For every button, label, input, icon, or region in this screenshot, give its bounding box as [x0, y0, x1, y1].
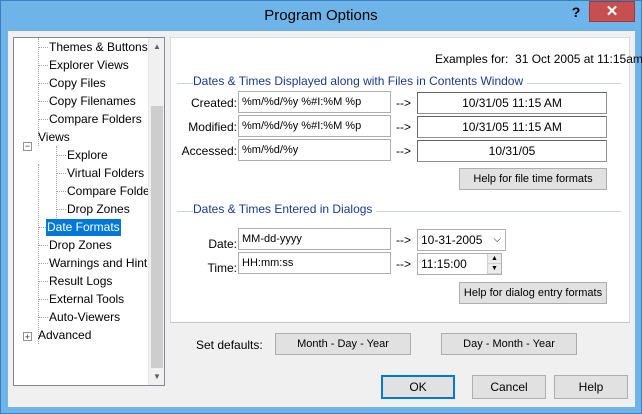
time-example-spinner[interactable]: 11:15:00 ▲ ▼ — [417, 253, 502, 275]
created-format-input[interactable]: %m/%d/%y %#I:%M %p — [238, 91, 391, 113]
scroll-up-icon[interactable]: ▲ — [149, 38, 164, 55]
tree-scrollbar[interactable]: ▲ ▼ — [148, 38, 164, 385]
created-arrow: --> — [396, 96, 411, 110]
date-arrow: --> — [396, 233, 411, 247]
tree-item-drop-zones[interactable]: Drop Zones — [49, 237, 112, 254]
accessed-format-input[interactable]: %m/%d/%y — [238, 139, 391, 161]
date-formats-panel: Examples for: 31 Oct 2005 at 11:15am Dat… — [170, 37, 642, 362]
tree-item-views[interactable]: Views — [38, 129, 70, 146]
spin-up-icon[interactable]: ▲ — [488, 254, 501, 264]
tree-item-explorer-views[interactable]: Explorer Views — [49, 57, 129, 74]
help-button[interactable]: Help — [554, 375, 628, 399]
tree-item-date-formats[interactable]: Date Formats — [46, 219, 121, 236]
date-example-value: 10-31-2005 — [421, 233, 483, 247]
tree-branch — [38, 119, 48, 120]
file-time-help-button[interactable]: Help for file time formats — [459, 168, 607, 190]
tree-item-copy-filenames[interactable]: Copy Filenames — [49, 93, 136, 110]
tree-branch — [38, 47, 48, 48]
time-spin-control[interactable]: ▲ ▼ — [487, 254, 501, 274]
examples-value: 31 Oct 2005 at 11:15am — [515, 52, 642, 66]
tree-item-compare-folders[interactable]: Compare Folders — [49, 111, 142, 128]
dialogs-group-title: Dates & Times Entered in Dialogs — [193, 202, 377, 216]
modified-format-input[interactable]: %m/%d/%y %#I:%M %p — [238, 115, 391, 137]
day-month-year-button[interactable]: Day - Month - Year — [441, 333, 577, 355]
tree-branch — [38, 101, 48, 102]
set-defaults-row: Set defaults: Month - Day - Year Day - M… — [170, 322, 630, 362]
set-defaults-label: Set defaults: — [196, 338, 263, 352]
tree-item-copy-files[interactable]: Copy Files — [49, 75, 106, 92]
time-format-input[interactable]: HH:mm:ss — [238, 252, 391, 274]
window-title: Program Options — [264, 7, 378, 24]
time-label: Time: — [207, 261, 237, 275]
accessed-label: Accessed: — [181, 144, 237, 158]
options-tree[interactable]: Themes & Buttons Explorer Views Copy Fil… — [13, 37, 165, 386]
expand-icon[interactable]: + — [23, 332, 32, 342]
tree-item-virtual-folders[interactable]: Virtual Folders — [67, 165, 144, 182]
tree-item-result-logs[interactable]: Result Logs — [49, 273, 112, 290]
tree-branch — [38, 281, 48, 282]
title-bar[interactable]: Program Options ? ✕ — [1, 1, 641, 31]
tree-branch — [38, 263, 48, 264]
tree-item-warnings-hints[interactable]: Warnings and Hint — [49, 255, 147, 272]
tree-branch — [38, 245, 48, 246]
month-day-year-button[interactable]: Month - Day - Year — [275, 333, 411, 355]
tree-guide-line — [56, 146, 57, 218]
date-label: Date: — [208, 237, 237, 251]
tree-item-external-tools[interactable]: External Tools — [49, 291, 124, 308]
spin-down-icon[interactable]: ▼ — [488, 264, 501, 274]
scroll-thumb[interactable] — [151, 106, 163, 368]
tree-item-auto-viewers[interactable]: Auto-Viewers — [49, 309, 120, 326]
program-options-window: Program Options ? ✕ Themes & Buttons Exp… — [0, 0, 642, 414]
time-arrow: --> — [396, 257, 411, 271]
tree-branch — [56, 155, 66, 156]
tree-branch — [38, 299, 48, 300]
files-group-title: Dates & Times Displayed along with Files… — [193, 74, 528, 88]
ok-button[interactable]: OK — [381, 375, 455, 399]
examples-line: Examples for: 31 Oct 2005 at 11:15am — [435, 52, 642, 66]
date-format-input[interactable]: MM-dd-yyyy — [238, 228, 391, 250]
scroll-down-icon[interactable]: ▼ — [149, 368, 164, 385]
examples-label: Examples for: — [435, 52, 509, 66]
tree-branch — [38, 65, 48, 66]
collapse-icon[interactable]: − — [23, 142, 32, 151]
tree-item-compare-folders-view[interactable]: Compare Folde — [67, 183, 150, 200]
tree-branch — [56, 173, 66, 174]
accessed-example: 10/31/05 — [417, 140, 607, 162]
dialog-client-area: Themes & Buttons Explorer Views Copy Fil… — [8, 31, 642, 407]
tree-item-explore[interactable]: Explore — [67, 147, 108, 164]
time-example-value: 11:15:00 — [421, 257, 467, 271]
tree-branch — [56, 191, 66, 192]
help-icon[interactable]: ? — [567, 4, 585, 22]
created-example: 10/31/05 11:15 AM — [417, 92, 607, 114]
tree-item-themes-buttons[interactable]: Themes & Buttons — [49, 39, 148, 56]
tree-branch — [38, 317, 48, 318]
dialog-entry-help-button[interactable]: Help for dialog entry formats — [459, 282, 607, 304]
tree-item-drop-zones-view[interactable]: Drop Zones — [67, 201, 130, 218]
tree-branch — [38, 83, 48, 84]
modified-example: 10/31/05 11:15 AM — [417, 116, 607, 138]
modified-label: Modified: — [188, 120, 237, 134]
close-button[interactable]: ✕ — [589, 1, 635, 22]
modified-arrow: --> — [396, 120, 411, 134]
tree-item-advanced[interactable]: Advanced — [38, 327, 91, 344]
accessed-arrow: --> — [396, 144, 411, 158]
tree-branch — [56, 209, 66, 210]
date-example-picker[interactable]: 10-31-2005 ⌵ — [417, 229, 506, 251]
chevron-down-icon[interactable]: ⌵ — [493, 230, 501, 250]
created-label: Created: — [190, 96, 237, 110]
cancel-button[interactable]: Cancel — [472, 375, 546, 399]
